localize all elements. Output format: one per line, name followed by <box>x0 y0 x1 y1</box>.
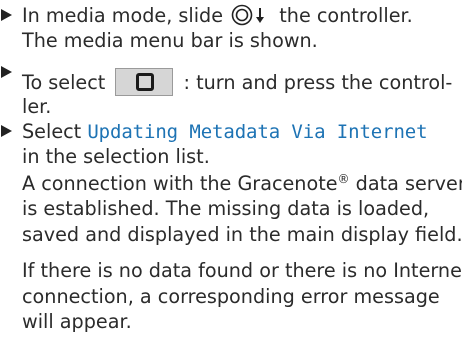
step-1-text-before: In media mode, slide <box>22 4 224 27</box>
step-3-line-1: Select Updating Metadata Via Internet <box>22 119 460 146</box>
bullet-triangle-icon <box>1 9 12 21</box>
step-3-error-line-3: will appear. <box>22 310 132 333</box>
bullet-triangle-icon <box>1 66 12 78</box>
step-2-text-after: : turn and press the control- <box>183 71 453 94</box>
bullet-triangle-icon <box>1 125 12 137</box>
step-1-text-after: the controller. <box>279 4 413 27</box>
step-2-line-1: To select : turn and press the control- <box>22 68 460 96</box>
step-3-error-line-2: connection, a corresponding error messag… <box>22 285 440 308</box>
step-2-line-2: ler. <box>22 95 52 118</box>
media-symbol-button-icon <box>115 68 174 96</box>
result-text-after: data server <box>355 172 462 195</box>
result-text-before: A connection with the Gracenote <box>22 172 338 195</box>
menu-item-label: Updating Metadata Via Internet <box>87 121 428 143</box>
step-1-result: The media menu bar is shown. <box>22 29 318 52</box>
step-1-line-1: In media mode, slide the controller. <box>22 3 460 29</box>
step-3-result-line-3: saved and displayed in the main display … <box>22 223 462 246</box>
instruction-document: In media mode, slide the controller. The… <box>0 0 462 342</box>
step-3-result-line-1: A connection with the Gracenote® data se… <box>22 171 462 197</box>
registered-mark: ® <box>337 172 350 186</box>
step-2-text-before: To select <box>22 71 106 94</box>
step-3-error-line-1: If there is no data found or there is no… <box>22 259 462 282</box>
step-3-line-2: in the selection list. <box>22 145 210 168</box>
step-3-result-line-2: is established. The missing data is load… <box>22 197 430 220</box>
step-3-text-before: Select <box>22 120 82 143</box>
controller-slide-down-icon <box>229 4 273 26</box>
